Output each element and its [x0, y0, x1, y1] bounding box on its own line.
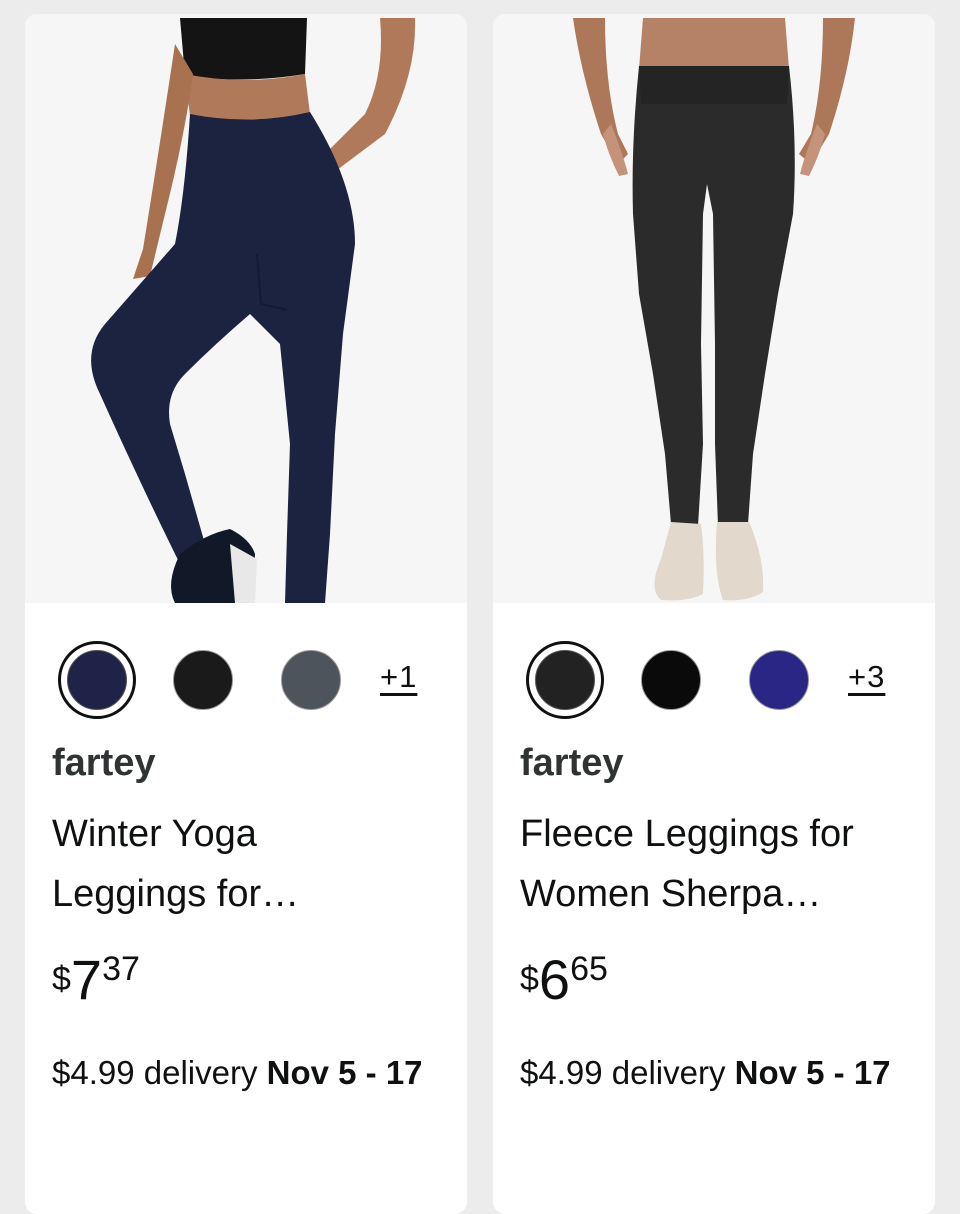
product-title-line1: Winter Yoga	[52, 813, 257, 855]
price-whole: 7	[70, 948, 103, 1011]
swatch-navy-fill	[67, 650, 127, 710]
leggings-charcoal-illustration	[493, 14, 935, 603]
price-fraction: 37	[102, 950, 140, 988]
price-whole: 6	[538, 948, 571, 1011]
product-image[interactable]	[25, 14, 467, 603]
product-title-line1: Fleece Leggings for	[520, 813, 854, 855]
price: $665	[520, 950, 608, 1010]
swatch-charcoal-fill	[535, 650, 595, 710]
swatch-gray[interactable]	[281, 650, 341, 710]
swatch-navy[interactable]	[58, 641, 136, 719]
product-title[interactable]: Winter Yoga Leggings for…	[52, 804, 442, 924]
brand-name: fartey	[520, 742, 624, 784]
delivery-dates: Nov 5 - 17	[734, 1054, 891, 1091]
brand-name: fartey	[52, 742, 156, 784]
delivery-dates: Nov 5 - 17	[266, 1054, 423, 1091]
product-title-line2: Leggings for…	[52, 873, 300, 915]
delivery-cost: $4.99 delivery	[520, 1054, 726, 1091]
more-colors-link[interactable]: +3	[848, 659, 885, 695]
price: $737	[52, 950, 140, 1010]
product-card[interactable]: +1 fartey Winter Yoga Leggings for… $737…	[25, 14, 467, 1214]
swatch-black[interactable]	[641, 650, 701, 710]
price-symbol: $	[520, 960, 539, 998]
color-swatches: +1	[58, 641, 448, 719]
price-symbol: $	[52, 960, 71, 998]
product-image[interactable]	[493, 14, 935, 603]
leggings-navy-illustration	[25, 14, 467, 603]
delivery-cost: $4.99 delivery	[52, 1054, 258, 1091]
delivery-info: $4.99 delivery Nov 5 - 17	[520, 1049, 910, 1097]
swatch-black[interactable]	[173, 650, 233, 710]
swatch-charcoal[interactable]	[526, 641, 604, 719]
color-swatches: +3	[526, 641, 916, 719]
delivery-info: $4.99 delivery Nov 5 - 17	[52, 1049, 442, 1097]
product-card[interactable]: +3 fartey Fleece Leggings for Women Sher…	[493, 14, 935, 1214]
product-title-line2: Women Sherpa…	[520, 873, 822, 915]
more-colors-link[interactable]: +1	[380, 659, 417, 695]
product-title[interactable]: Fleece Leggings for Women Sherpa…	[520, 804, 910, 924]
swatch-royal-blue[interactable]	[749, 650, 809, 710]
price-fraction: 65	[570, 950, 608, 988]
